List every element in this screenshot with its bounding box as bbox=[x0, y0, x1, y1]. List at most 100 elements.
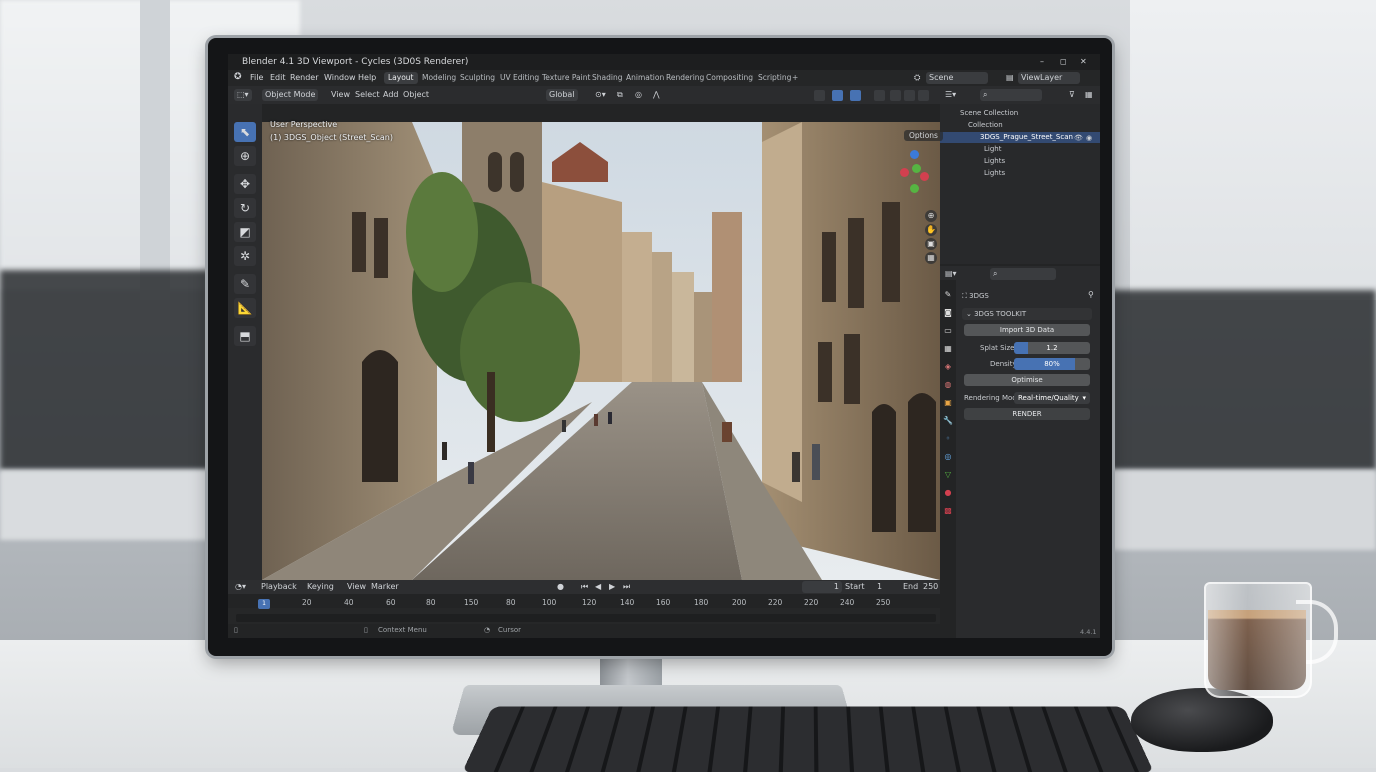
transform-orientation-selector[interactable]: Global bbox=[546, 89, 578, 101]
falloff-icon[interactable]: ⋀ bbox=[650, 89, 663, 101]
tab-texture-paint[interactable]: Texture Paint bbox=[538, 72, 594, 84]
world-tab-icon[interactable]: ◍ bbox=[943, 380, 953, 390]
play-icon[interactable]: ▶ bbox=[606, 581, 618, 593]
jump-start-icon[interactable]: ⏮ bbox=[578, 581, 591, 593]
menu-select[interactable]: Select bbox=[352, 89, 383, 101]
tab-modeling[interactable]: Modeling bbox=[418, 72, 460, 84]
shading-solid-icon[interactable] bbox=[904, 90, 915, 101]
overlay-toggle-icon[interactable] bbox=[850, 90, 861, 101]
tab-compositing[interactable]: Compositing bbox=[702, 72, 757, 84]
data-tab-icon[interactable]: ▽ bbox=[943, 470, 953, 480]
menu-add[interactable]: Add bbox=[380, 89, 402, 101]
menu-help[interactable]: Help bbox=[358, 73, 376, 82]
menu-keying[interactable]: Keying bbox=[304, 581, 337, 593]
zoom-icon[interactable]: ⊕ bbox=[925, 210, 937, 222]
gizmo-z-axis[interactable] bbox=[910, 150, 919, 159]
mode-selector[interactable]: Object Mode bbox=[262, 89, 319, 101]
tab-shading[interactable]: Shading bbox=[588, 72, 626, 84]
optimise-button[interactable]: Optimise bbox=[964, 374, 1090, 386]
filter-icon[interactable]: ⊽ bbox=[1066, 89, 1078, 101]
menu-file[interactable]: File bbox=[250, 73, 263, 82]
outliner-row-lights-2[interactable]: Lights bbox=[940, 168, 1100, 179]
gizmo-toggle-icon[interactable] bbox=[832, 90, 843, 101]
xray-toggle-icon[interactable] bbox=[874, 90, 885, 101]
properties-search-input[interactable]: ⌕ bbox=[990, 268, 1056, 280]
material-tab-icon[interactable]: ● bbox=[943, 488, 953, 498]
gizmo-neg-x-axis[interactable] bbox=[920, 172, 929, 181]
timeline-editor-type-icon[interactable]: ◔▾ bbox=[232, 581, 249, 593]
object-tab-icon[interactable]: ▣ bbox=[943, 398, 953, 408]
scene-tab-icon[interactable]: ◈ bbox=[943, 362, 953, 372]
ortho-toggle-icon[interactable]: ▦ bbox=[925, 252, 937, 264]
add-cube-tool-icon[interactable]: ⬒ bbox=[234, 326, 256, 346]
view-layer-tab-icon[interactable]: ▦ bbox=[943, 344, 953, 354]
menu-view[interactable]: View bbox=[328, 89, 353, 101]
start-frame-field[interactable]: 1 bbox=[874, 581, 885, 593]
outliner-row-scene-collection[interactable]: Scene Collection bbox=[940, 108, 1100, 119]
menu-edit[interactable]: Edit bbox=[270, 73, 286, 82]
toolkit-panel-header[interactable]: ⌄ 3DGS TOOLKIT bbox=[962, 308, 1092, 320]
measure-tool-icon[interactable]: 📐 bbox=[234, 298, 256, 318]
pin-icon[interactable]: ⚲ bbox=[1088, 290, 1094, 299]
timeline-track[interactable] bbox=[236, 614, 936, 622]
cursor-tool-icon[interactable]: ⊕ bbox=[234, 146, 256, 166]
physics-tab-icon[interactable]: ◎ bbox=[943, 452, 953, 462]
shading-wireframe-icon[interactable] bbox=[890, 90, 901, 101]
move-tool-icon[interactable]: ✥ bbox=[234, 174, 256, 194]
menu-playback[interactable]: Playback bbox=[258, 581, 300, 593]
texture-tab-icon[interactable]: ▩ bbox=[943, 506, 953, 516]
blender-logo-icon[interactable]: ✪ bbox=[234, 72, 242, 82]
pivot-icon[interactable]: ⊙▾ bbox=[592, 89, 609, 101]
gizmo-x-axis[interactable] bbox=[900, 168, 909, 177]
annotate-tool-icon[interactable]: ✎ bbox=[234, 274, 256, 294]
close-button[interactable]: ✕ bbox=[1080, 57, 1087, 66]
scale-tool-icon[interactable]: ◩ bbox=[234, 222, 256, 242]
play-reverse-icon[interactable]: ◀ bbox=[592, 581, 604, 593]
outliner-editor-type-icon[interactable]: ☰▾ bbox=[942, 89, 959, 101]
outliner-row-collection[interactable]: Collection bbox=[940, 120, 1100, 131]
scene-selector[interactable]: Scene bbox=[926, 72, 988, 84]
pan-icon[interactable]: ✋ bbox=[925, 224, 937, 236]
menu-object[interactable]: Object bbox=[400, 89, 432, 101]
import-3d-data-button[interactable]: Import 3D Data bbox=[964, 324, 1090, 336]
jump-end-icon[interactable]: ⏭ bbox=[620, 581, 633, 593]
render-tab-icon[interactable]: ◙ bbox=[943, 308, 953, 318]
menu-marker[interactable]: Marker bbox=[368, 581, 402, 593]
menu-render[interactable]: Render bbox=[290, 73, 318, 82]
snap-icon[interactable]: ⧉ bbox=[614, 89, 626, 101]
viewport-options-button[interactable]: Options bbox=[904, 130, 943, 141]
eye-visibility-icon[interactable]: 👁 bbox=[1074, 134, 1083, 142]
camera-view-icon[interactable]: ▣ bbox=[925, 238, 937, 250]
gizmo-y-axis[interactable] bbox=[912, 164, 921, 173]
tab-uv-editing[interactable]: UV Editing bbox=[496, 72, 543, 84]
menu-window[interactable]: Window bbox=[324, 73, 356, 82]
editor-type-icon[interactable]: ⬚▾ bbox=[234, 89, 252, 101]
visibility-icon[interactable] bbox=[814, 90, 825, 101]
particles-tab-icon[interactable]: ◦ bbox=[943, 434, 953, 444]
rotate-tool-icon[interactable]: ↻ bbox=[234, 198, 256, 218]
rendering-mode-select[interactable]: Real-time/Quality ▾ bbox=[1014, 392, 1090, 404]
maximize-button[interactable]: ◻ bbox=[1060, 57, 1067, 66]
navigation-gizmo[interactable] bbox=[894, 150, 934, 210]
modifier-tab-icon[interactable]: 🔧 bbox=[943, 416, 953, 426]
minimize-button[interactable]: – bbox=[1040, 57, 1044, 66]
select-tool-icon[interactable]: ⬉ bbox=[234, 122, 256, 142]
timeline-playhead[interactable]: 1 bbox=[258, 599, 270, 609]
splat-size-slider[interactable]: 1.2 bbox=[1014, 342, 1090, 354]
record-button-icon[interactable]: ● bbox=[554, 581, 567, 593]
outliner-row-lights[interactable]: Lights bbox=[940, 156, 1100, 167]
output-tab-icon[interactable]: ▭ bbox=[943, 326, 953, 336]
view-layer-selector[interactable]: ViewLayer bbox=[1018, 72, 1080, 84]
render-button[interactable]: RENDER bbox=[964, 408, 1090, 420]
outliner-row-light[interactable]: Light bbox=[940, 144, 1100, 155]
proportional-edit-icon[interactable]: ◎ bbox=[632, 89, 645, 101]
3d-viewport[interactable] bbox=[262, 122, 940, 580]
end-frame-field[interactable]: 250 bbox=[920, 581, 941, 593]
tool-tab-icon[interactable]: ✎ bbox=[943, 290, 953, 300]
gizmo-neg-y-axis[interactable] bbox=[910, 184, 919, 193]
current-frame-field[interactable]: 1 bbox=[802, 581, 842, 593]
transform-tool-icon[interactable]: ✲ bbox=[234, 246, 256, 266]
new-collection-icon[interactable]: ▦ bbox=[1082, 89, 1096, 101]
tab-layout[interactable]: Layout bbox=[384, 72, 418, 84]
camera-visibility-icon[interactable]: ◉ bbox=[1086, 134, 1092, 142]
